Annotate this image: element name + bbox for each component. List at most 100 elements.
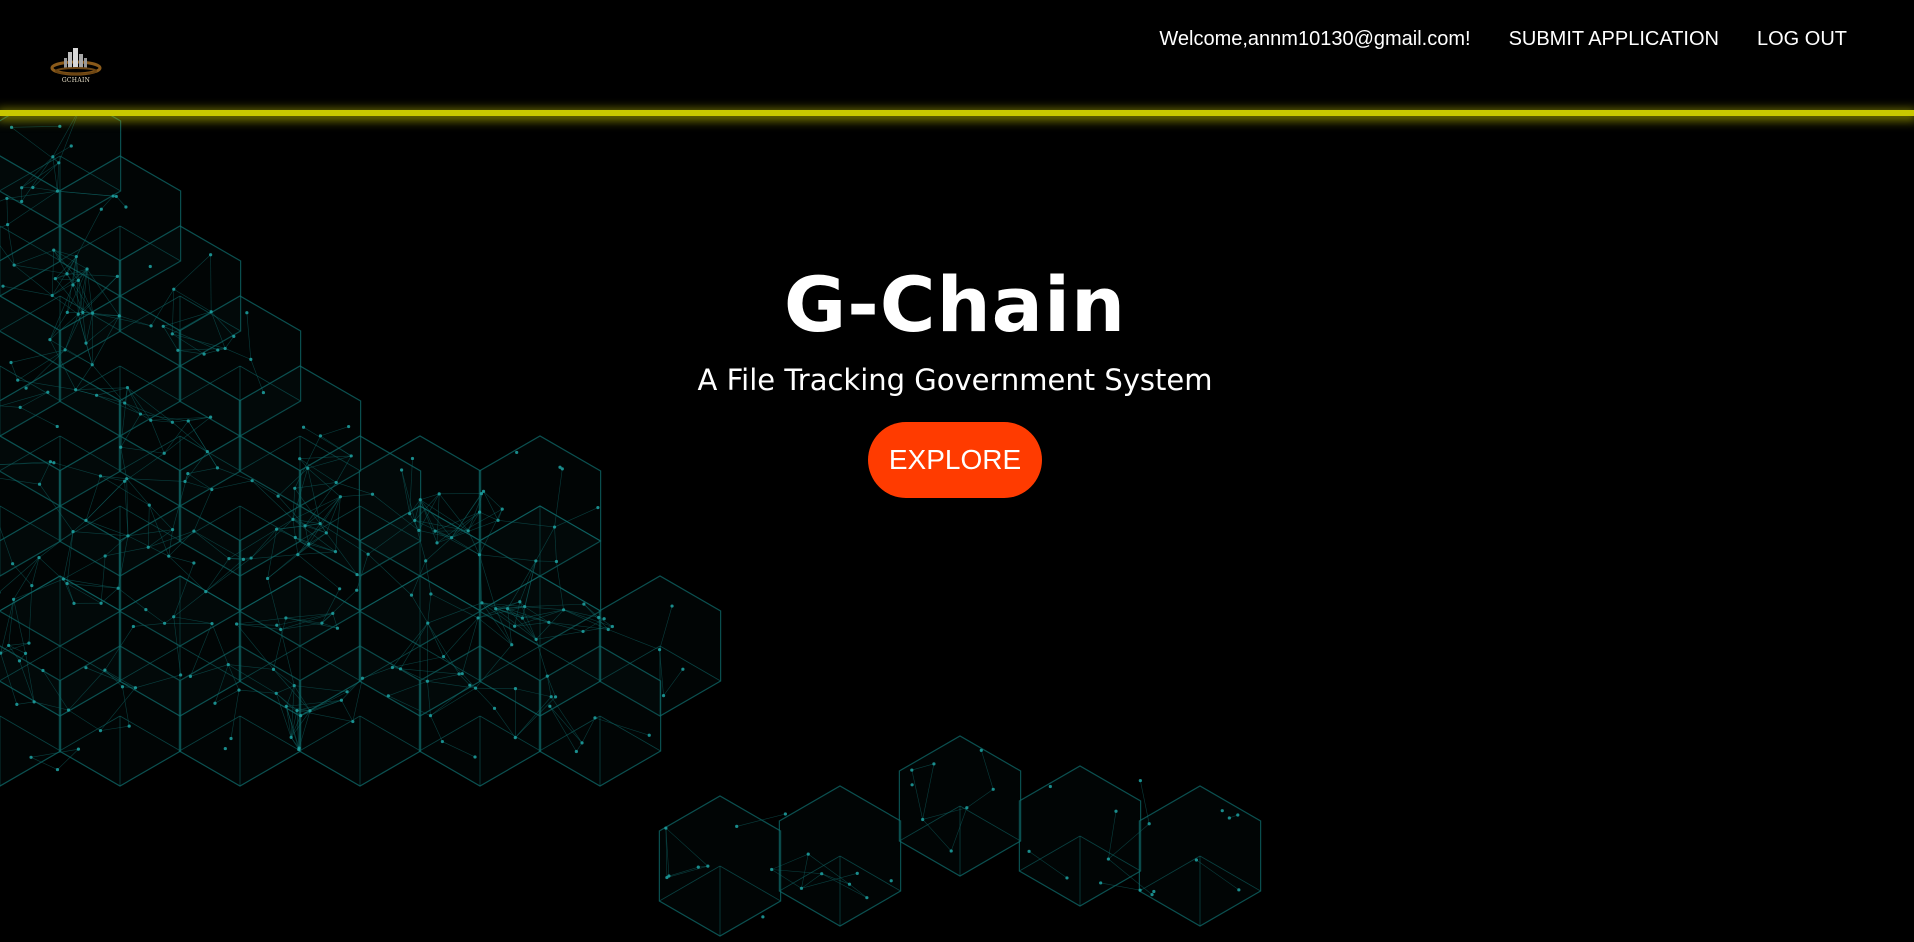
network-node (518, 600, 522, 604)
network-node (523, 605, 527, 609)
network-node (29, 755, 33, 759)
logout-link[interactable]: LOG OUT (1757, 28, 1847, 51)
network-node (1106, 857, 1110, 861)
gchain-logo[interactable]: GCHAIN (48, 46, 104, 88)
network-node (435, 541, 439, 545)
network-node (12, 597, 16, 602)
network-node (179, 673, 183, 677)
nav-links: Welcome,annm10130@gmail.com! SUBMIT APPL… (1159, 28, 1847, 51)
network-node (295, 708, 299, 713)
network-node (561, 608, 566, 612)
network-node (307, 542, 311, 546)
welcome-text: Welcome,annm10130@gmail.com! (1159, 28, 1471, 50)
network-node (124, 205, 128, 209)
network-node (289, 735, 293, 739)
network-node (664, 826, 668, 830)
network-node (581, 629, 585, 634)
network-node (1152, 889, 1156, 894)
network-node (910, 783, 914, 787)
network-node (1194, 858, 1198, 862)
network-node (249, 556, 253, 560)
header-accent-bar (0, 110, 1914, 116)
network-node (213, 701, 217, 705)
network-node (318, 522, 322, 526)
network-node (1114, 809, 1118, 813)
network-node (806, 852, 810, 856)
network-node (133, 686, 138, 690)
network-node (65, 581, 69, 586)
network-node (292, 684, 296, 688)
network-node (338, 587, 342, 591)
network-node (547, 620, 551, 624)
network-node (284, 704, 288, 708)
hero-title: G-Chain (783, 260, 1127, 349)
network-node (52, 248, 56, 252)
network-node (20, 199, 24, 204)
network-node (949, 849, 953, 853)
network-node (111, 194, 115, 198)
network-node (271, 667, 276, 671)
network-node (593, 716, 597, 720)
network-node (335, 626, 340, 630)
network-node (229, 736, 233, 741)
submit-application-link[interactable]: SUBMIT APPLICATION (1509, 28, 1719, 51)
network-node (510, 643, 514, 647)
network-node (331, 611, 335, 615)
network-node (66, 708, 71, 712)
network-node (296, 552, 300, 557)
network-node (17, 659, 22, 663)
network-node (297, 747, 301, 752)
network-node (1065, 876, 1069, 880)
network-node (20, 186, 24, 190)
network-node (210, 621, 214, 626)
network-node (440, 739, 444, 744)
network-node (413, 518, 417, 523)
top-navbar: GCHAIN Welcome,annm10130@gmail.com! SUBM… (0, 0, 1914, 110)
network-node (545, 674, 549, 678)
network-node (799, 886, 804, 890)
network-node (6, 222, 10, 227)
network-node (351, 719, 355, 724)
network-node (69, 144, 73, 148)
network-node (580, 741, 584, 745)
network-node (167, 554, 171, 558)
network-node (417, 528, 421, 533)
network-node (204, 590, 208, 594)
network-node (226, 662, 230, 667)
network-node (476, 616, 480, 620)
network-node (554, 559, 559, 564)
network-node (1236, 813, 1240, 817)
network-node (735, 824, 739, 828)
network-node (41, 668, 45, 673)
network-node (320, 621, 324, 625)
network-node (1099, 881, 1103, 885)
network-node (172, 615, 176, 619)
network-node (61, 577, 66, 581)
network-node (308, 709, 312, 713)
network-node (418, 498, 422, 502)
network-node (386, 694, 390, 698)
network-node (505, 607, 510, 611)
network-background (0, 116, 1262, 937)
network-node (409, 593, 414, 597)
network-node (192, 529, 196, 533)
network-node (366, 552, 370, 556)
network-node (58, 124, 62, 128)
network-node (131, 624, 135, 629)
network-node (275, 623, 279, 627)
network-node (770, 867, 774, 872)
network-node (147, 503, 151, 507)
network-node (466, 529, 470, 533)
network-node (910, 768, 914, 772)
explore-button[interactable]: EXPLORE (868, 422, 1042, 498)
network-node (696, 865, 700, 869)
network-node (30, 583, 34, 588)
hero-subtitle: A File Tracking Government System (697, 363, 1213, 397)
network-node (1150, 893, 1154, 897)
network-node (921, 817, 925, 822)
network-node (534, 559, 538, 563)
network-node (37, 555, 41, 560)
network-node (549, 695, 553, 699)
network-node (265, 576, 270, 581)
network-node (227, 556, 231, 561)
